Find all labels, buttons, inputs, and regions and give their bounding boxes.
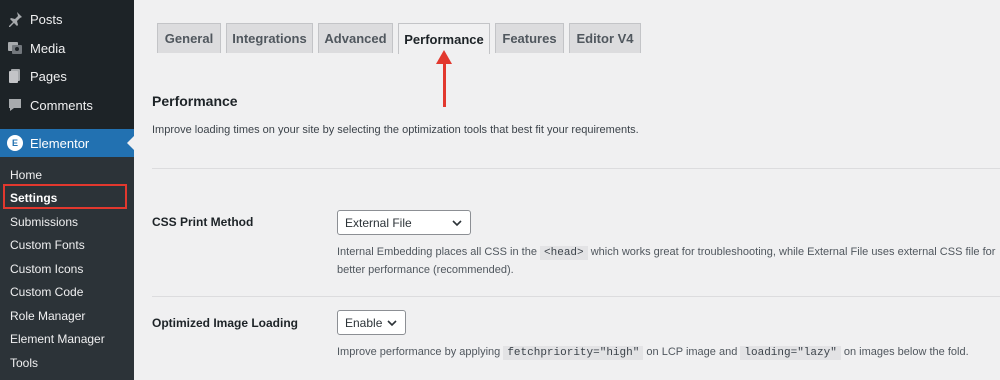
submenu-item-custom-fonts[interactable]: Custom Fonts	[10, 238, 85, 252]
tab-editor-v4[interactable]: Editor V4	[569, 23, 641, 53]
menu-label: Media	[30, 40, 66, 56]
pin-icon	[0, 11, 30, 27]
submenu-item-home[interactable]: Home	[10, 168, 42, 182]
chevron-down-icon	[452, 220, 462, 227]
submenu-item-custom-icons[interactable]: Custom Icons	[10, 262, 83, 276]
elementor-icon: E	[0, 135, 30, 151]
css-print-method-help: Internal Embedding places all CSS in the…	[337, 246, 996, 276]
menu-item-elementor[interactable]: E Elementor	[0, 129, 134, 157]
code-snippet: fetchpriority="high"	[503, 346, 644, 360]
current-menu-arrow	[127, 136, 134, 150]
submenu-item-element-manager[interactable]: Element Manager	[10, 332, 105, 346]
optimized-image-loading-select[interactable]: Enable	[337, 310, 406, 335]
menu-label: Posts	[30, 11, 63, 27]
admin-sidebar: Posts Media Pages Comments E Elementor H…	[0, 0, 134, 380]
css-print-method-label: CSS Print Method	[152, 215, 254, 229]
optimized-image-loading-help: Improve performance by applying fetchpri…	[337, 346, 969, 360]
css-print-method-select[interactable]: External File	[337, 210, 471, 235]
comments-icon	[0, 97, 30, 113]
pages-icon	[0, 68, 30, 84]
select-value: External File	[345, 215, 412, 230]
tab-integrations[interactable]: Integrations	[226, 23, 313, 53]
annotation-arrow	[443, 62, 446, 107]
divider	[152, 296, 1000, 297]
media-icon	[0, 40, 30, 56]
menu-item-posts[interactable]: Posts	[0, 5, 134, 33]
tab-general[interactable]: General	[157, 23, 221, 53]
chevron-down-icon	[387, 320, 397, 327]
menu-item-media[interactable]: Media	[0, 34, 134, 62]
tab-features[interactable]: Features	[495, 23, 564, 53]
settings-highlight-annotation	[3, 184, 127, 209]
tab-advanced[interactable]: Advanced	[318, 23, 393, 53]
submenu-item-role-manager[interactable]: Role Manager	[10, 309, 85, 323]
menu-label: Comments	[30, 97, 93, 113]
submenu-item-submissions[interactable]: Submissions	[10, 215, 78, 229]
page-title: Performance	[152, 93, 238, 109]
submenu-item-tools[interactable]: Tools	[10, 356, 38, 370]
menu-item-comments[interactable]: Comments	[0, 91, 134, 119]
submenu-item-custom-code[interactable]: Custom Code	[10, 285, 83, 299]
optimized-image-loading-label: Optimized Image Loading	[152, 316, 299, 330]
code-snippet: loading="lazy"	[740, 346, 841, 360]
divider	[152, 168, 1000, 169]
code-snippet: <head>	[540, 246, 588, 260]
menu-item-pages[interactable]: Pages	[0, 62, 134, 90]
menu-label: Pages	[30, 68, 67, 84]
menu-label: Elementor	[30, 135, 90, 151]
section-description: Improve loading times on your site by se…	[152, 124, 639, 136]
select-value: Enable	[345, 315, 383, 330]
